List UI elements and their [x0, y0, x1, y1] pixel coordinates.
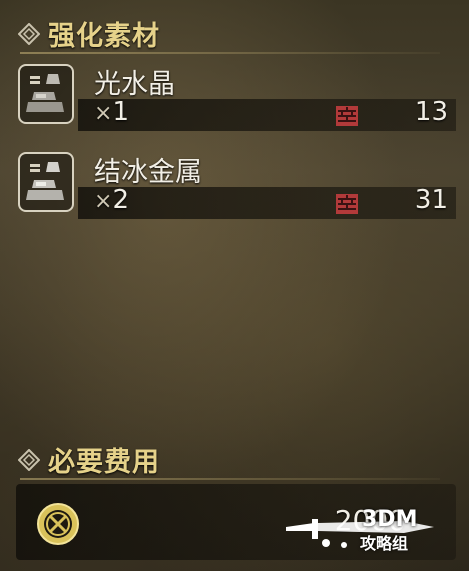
materials-header: 强化素材 — [18, 14, 160, 53]
materials-title: 强化素材 — [48, 21, 160, 52]
cost-header: 必要费用 — [18, 440, 160, 479]
material-name: 光水晶 — [94, 69, 175, 100]
owned-quantity: 31 — [414, 185, 448, 215]
ore-icon — [26, 162, 64, 200]
header-divider — [20, 52, 440, 54]
item-box-icon — [336, 106, 358, 126]
watermark-subtext: 攻略组 — [360, 534, 409, 553]
cost-title: 必要费用 — [48, 447, 160, 478]
material-name: 结冰金属 — [94, 157, 202, 188]
material-row[interactable]: 光水晶 ×1 13 — [16, 62, 456, 134]
required-quantity: ×1 — [94, 97, 129, 127]
material-row[interactable]: 结冰金属 ×2 31 — [16, 150, 456, 222]
quantity-bar — [78, 187, 456, 219]
item-box-icon — [336, 194, 358, 214]
watermark-text: 3DM — [362, 507, 418, 532]
required-quantity: ×2 — [94, 185, 129, 215]
header-divider — [20, 478, 440, 480]
owned-quantity: 13 — [414, 97, 448, 127]
zenny-coin-icon — [37, 503, 79, 545]
ore-icon — [26, 74, 64, 112]
section-diamond-icon — [18, 22, 40, 45]
material-icon-box — [18, 152, 74, 212]
section-diamond-icon — [18, 448, 40, 471]
material-icon-box — [18, 64, 74, 124]
quantity-bar — [78, 99, 456, 131]
